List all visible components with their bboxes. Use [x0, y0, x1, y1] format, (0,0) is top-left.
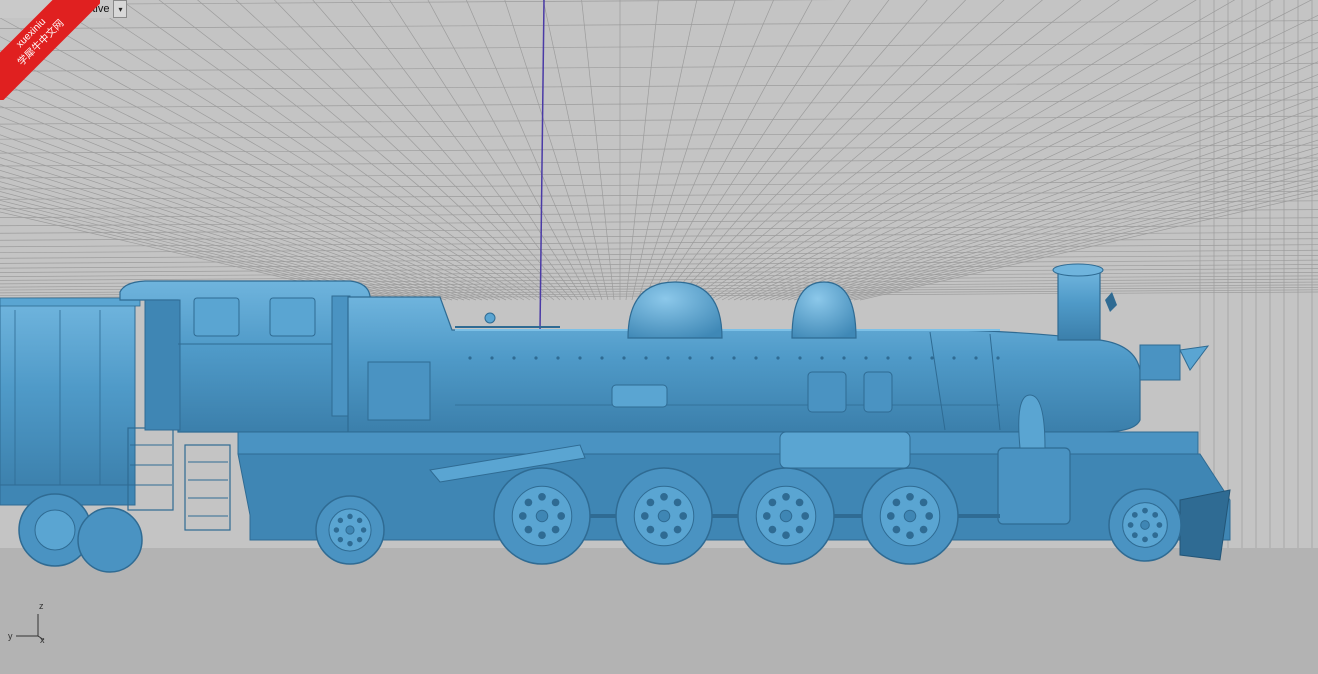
steam-cylinder[interactable]: [997, 447, 1071, 525]
running-board[interactable]: [237, 431, 1231, 541]
wheel[interactable]: [1108, 488, 1182, 562]
wheel[interactable]: [737, 467, 835, 565]
wheel[interactable]: [493, 467, 591, 565]
watermark-ribbon: xuexiniu 学犀牛中文网: [0, 0, 100, 100]
air-pump-1: [807, 371, 847, 413]
axis-z-label: z: [39, 601, 44, 611]
air-pump-2: [863, 371, 893, 413]
ground-area: [0, 548, 1318, 674]
nameplate: [611, 384, 668, 408]
wheel[interactable]: [315, 495, 385, 565]
viewport-menu-dropdown-icon[interactable]: ▾: [113, 0, 128, 18]
perspective-viewport[interactable]: Perspective ▾ xuexiniu 学犀牛中文网 z y x: [0, 0, 1318, 674]
axis-x-label: x: [40, 635, 45, 645]
wheel[interactable]: [615, 467, 713, 565]
wheel[interactable]: [861, 467, 959, 565]
axis-y-label: y: [8, 631, 13, 641]
viewport-canvas[interactable]: [0, 0, 1318, 674]
